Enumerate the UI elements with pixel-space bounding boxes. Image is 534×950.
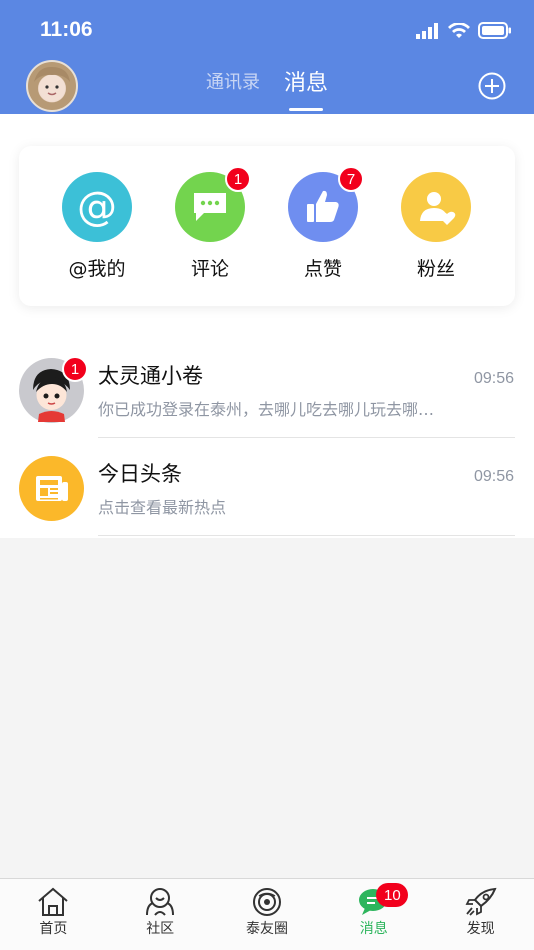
content-area: @ @我的 1 评论 7 点赞 粉丝 1 太灵通小卷 你已成功登录在泰州，去哪儿… [0,114,534,538]
nav-label: 社区 [146,921,175,937]
shortcut-card: @ @我的 1 评论 7 点赞 粉丝 [19,146,515,306]
message-row[interactable]: 1 太灵通小卷 你已成功登录在泰州，去哪儿吃去哪儿玩去哪… 09:56 [0,340,534,438]
circle-icon [252,888,281,916]
home-icon [38,887,69,916]
svg-text:@: @ [77,184,117,230]
bottom-nav: 首页 社区 泰友圈 10 消息 发现 [0,878,534,950]
nav-label: 泰友圈 [245,921,288,937]
signal-icon [416,22,438,39]
nav-message-badge: 10 [376,883,409,907]
nav-community[interactable]: 社区 [107,879,214,950]
tab-contacts[interactable]: 通讯录 [206,68,260,110]
comment-icon: 1 [175,166,251,242]
message-time: 09:56 [473,370,514,387]
header-tabs: 通讯录 消息 [0,68,534,110]
shortcut-at-me[interactable]: @ @我的 [52,172,142,281]
status-time: 11:06 [40,18,93,41]
message-row[interactable]: 今日头条 点击查看最新热点 09:56 [0,438,534,536]
nav-messages[interactable]: 10 消息 [320,879,427,950]
at-icon: @ [62,172,132,242]
status-icons [416,22,512,39]
nav-label: 消息 [359,921,388,937]
message-title: 今日头条 [98,462,182,486]
message-title: 太灵通小卷 [98,364,203,388]
shortcut-label: @我的 [68,258,126,280]
fans-icon [401,172,471,242]
wifi-icon [448,22,470,38]
newspaper-icon [19,456,84,521]
rocket-icon [465,887,497,916]
divider [98,535,515,536]
message-preview: 点击查看最新热点 [98,498,227,517]
header-bar: 11:06 通讯录 消息 [0,0,534,114]
comment-badge: 1 [225,166,251,192]
message-preview: 你已成功登录在泰州，去哪儿吃去哪儿玩去哪… [98,400,435,419]
shortcut-comments[interactable]: 1 评论 [165,166,255,281]
nav-label: 首页 [39,921,68,937]
community-icon [146,888,175,916]
shortcut-label: 评论 [190,258,229,280]
tab-messages[interactable]: 消息 [284,65,328,107]
shortcut-label: 点赞 [303,258,342,280]
message-badge: 1 [62,356,88,382]
nav-label: 发现 [466,921,495,937]
likes-badge: 7 [338,166,364,192]
nav-discover[interactable]: 发现 [427,879,534,950]
add-icon[interactable] [478,72,506,100]
message-time: 09:56 [473,468,514,485]
battery-icon [478,22,511,39]
shortcut-fans[interactable]: 粉丝 [391,172,481,281]
shortcut-likes[interactable]: 7 点赞 [278,166,368,281]
thumbs-up-icon: 7 [288,166,364,242]
shortcut-label: 粉丝 [416,258,455,280]
nav-circle[interactable]: 泰友圈 [214,879,321,950]
nav-home[interactable]: 首页 [0,879,107,950]
